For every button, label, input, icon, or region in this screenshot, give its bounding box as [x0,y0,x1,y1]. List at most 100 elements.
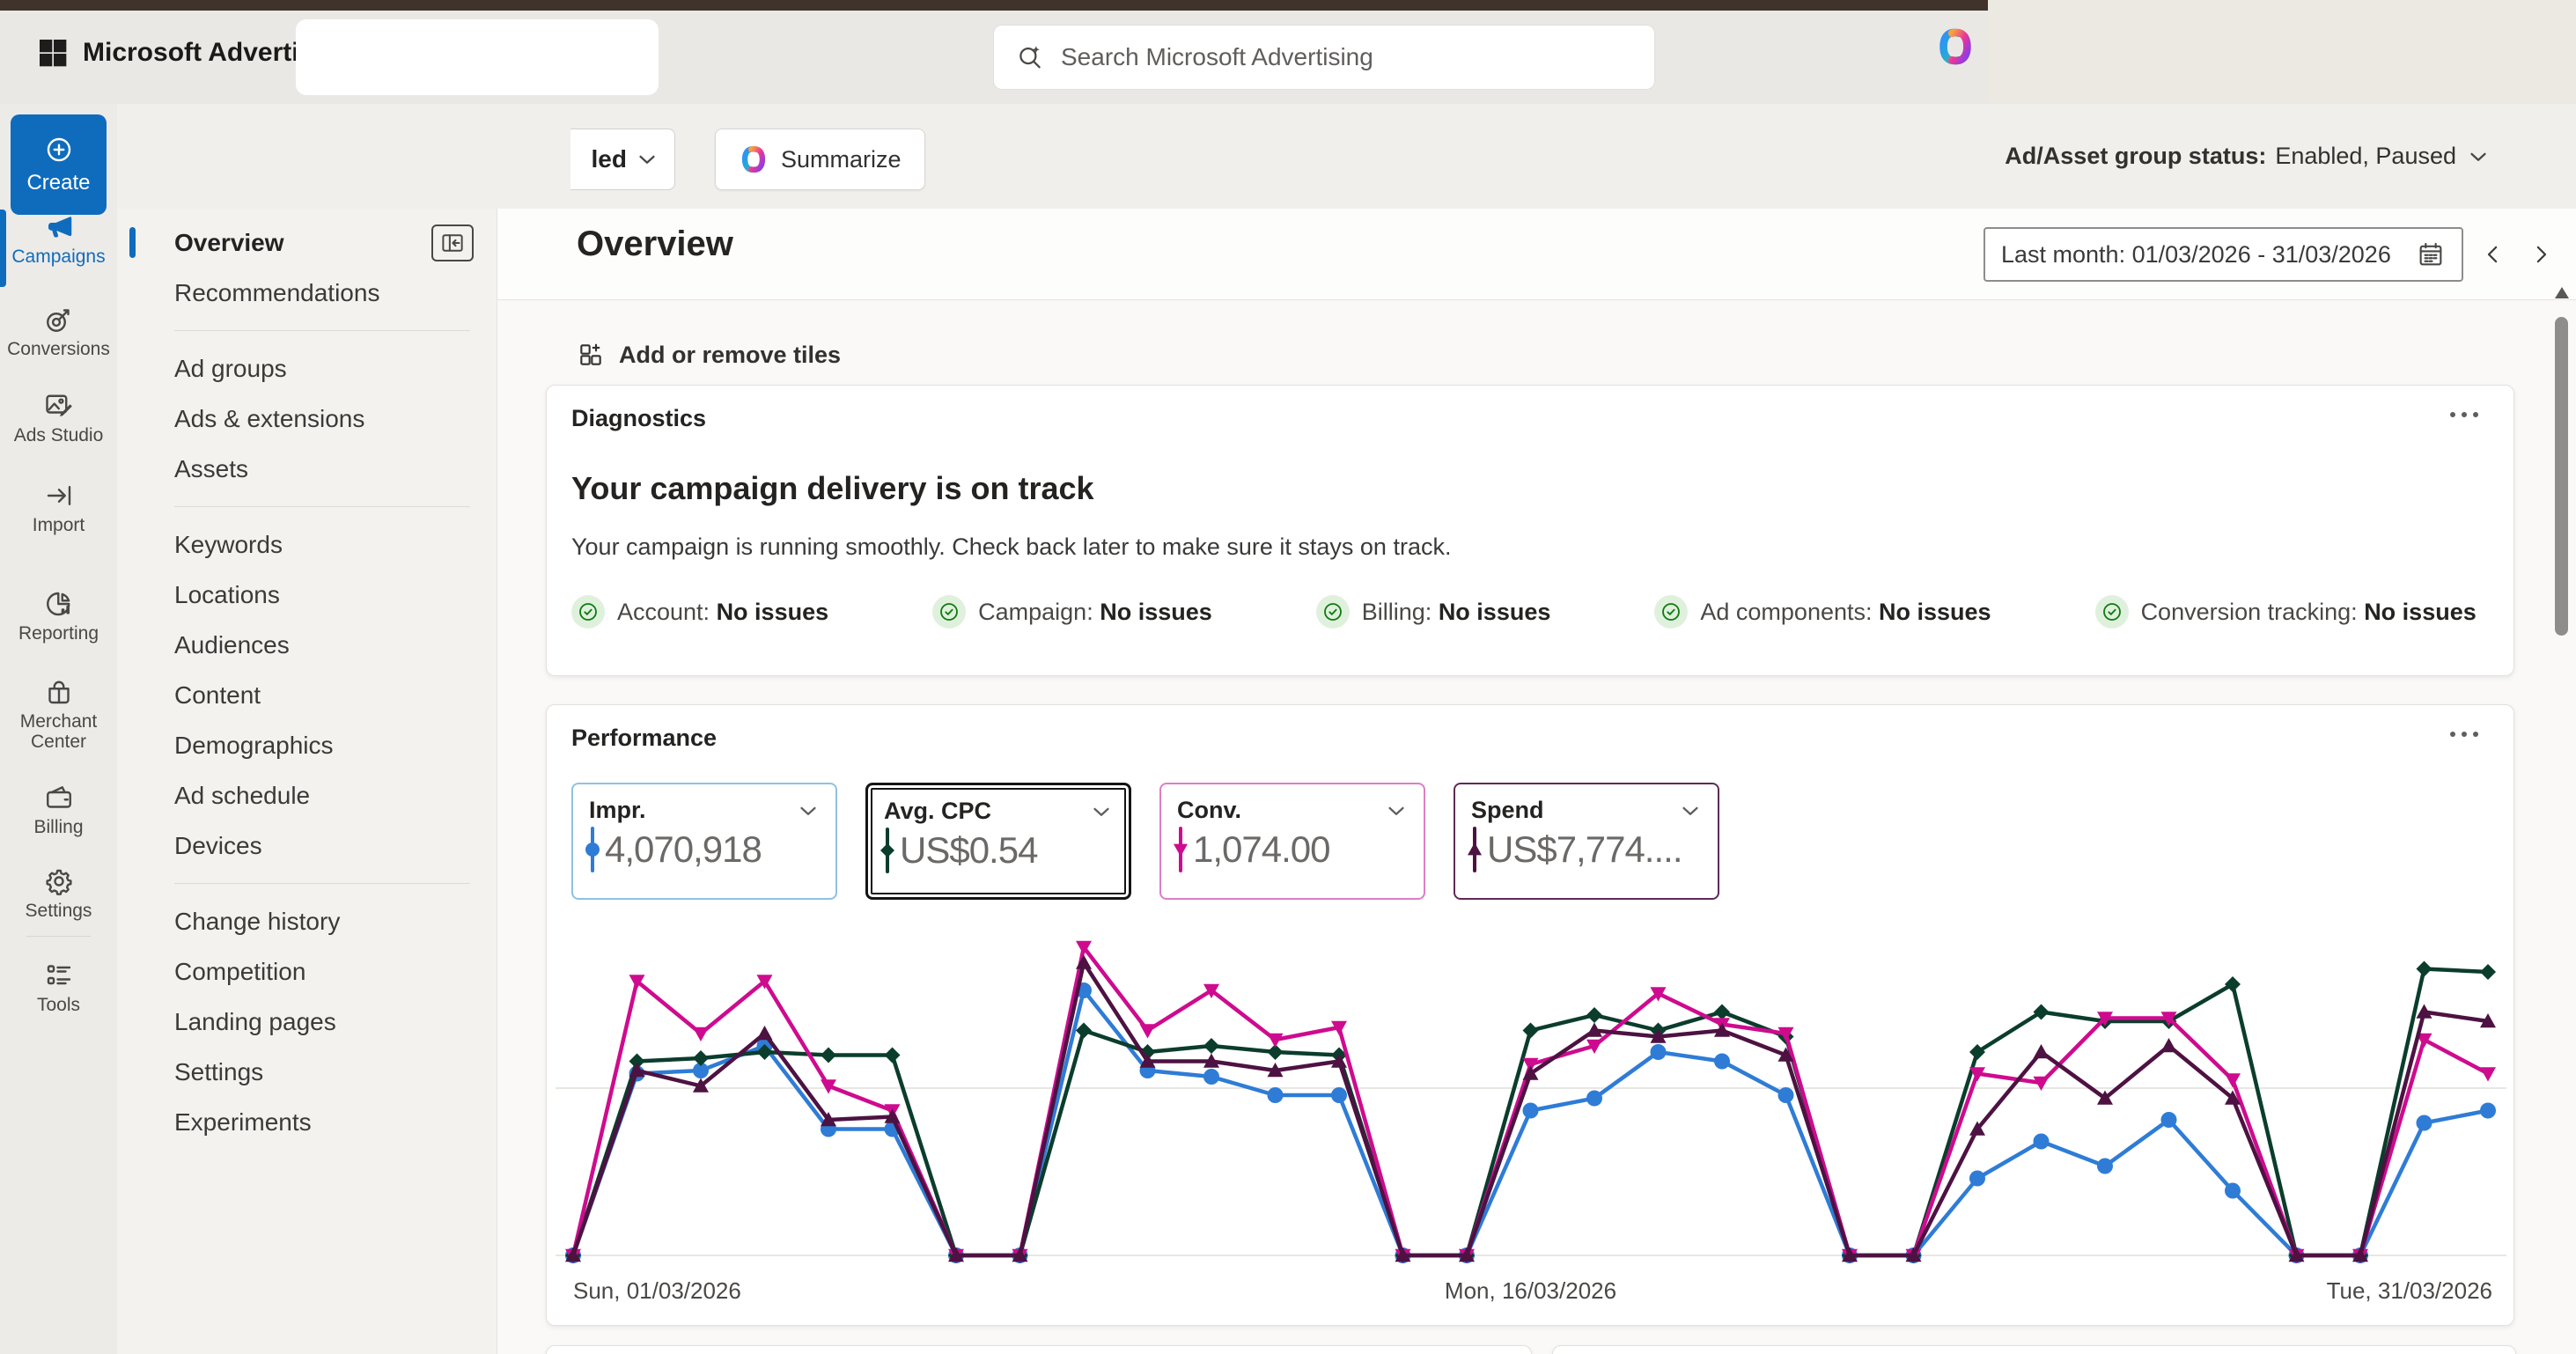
sidebar-item-recommendations[interactable]: Recommendations [117,268,497,318]
diagnostics-more-options-button[interactable] [2450,412,2478,417]
rail-item-settings[interactable]: Settings [0,865,117,921]
microsoft-advertising-app: Microsoft Advertising Search Microsoft A… [0,0,2576,1354]
diagnostic-check-ad-components: Ad components: No issues [1654,595,1991,629]
metric-value: US$7,774.... [1487,828,1682,871]
metric-label: Avg. CPC [884,798,991,825]
chevron-down-icon [2465,143,2491,170]
summarize-label: Summarize [781,146,902,173]
calendar-icon [2416,239,2446,269]
rail-item-label: Tools [37,995,80,1015]
summarize-button[interactable]: Summarize [715,129,925,190]
chevron-down-icon[interactable] [1677,798,1704,824]
chevron-down-icon[interactable] [1383,798,1409,824]
scrollbar-thumb[interactable] [2555,317,2568,636]
rail-item-billing[interactable]: Billing [0,782,117,837]
performance-more-options-button[interactable] [2450,732,2478,737]
diagnostic-check-campaign: Campaign: No issues [932,595,1212,629]
chevron-down-icon[interactable] [1088,798,1115,825]
rail-item-reporting[interactable]: Reporting [0,588,117,644]
next-tile-partial-left [546,1345,1532,1354]
rail-item-tools[interactable]: Tools [0,960,117,1015]
check-text: Account: No issues [617,599,828,626]
date-range-value: Last month: 01/03/2026 - 31/03/2026 [2001,241,2391,269]
search-placeholder: Search Microsoft Advertising [1061,43,1373,71]
sidebar-divider [174,883,470,884]
diagnostics-card: Diagnostics Your campaign delivery is on… [546,385,2514,676]
sidebar-item-landing-pages[interactable]: Landing pages [117,997,497,1047]
performance-title: Performance [571,725,717,752]
rail-item-label: Campaigns [11,247,105,267]
sidebar-item-competition[interactable]: Competition [117,946,497,997]
rail-item-ads-studio[interactable]: Ads Studio [0,390,117,445]
next-period-button[interactable] [2522,235,2559,274]
date-range-picker[interactable]: Last month: 01/03/2026 - 31/03/2026 [1984,227,2463,282]
account-selector-redacted[interactable] [296,19,659,95]
chevron-down-icon[interactable] [795,798,821,824]
diagnostic-check-account: Account: No issues [571,595,828,629]
tools-icon [43,960,75,991]
vertical-scrollbar[interactable] [2551,280,2572,1354]
enabled-filter-dropdown-truncated[interactable]: led [570,129,675,190]
rail-item-label: Merchant Center [6,711,112,752]
rail-item-label: Billing [33,817,83,837]
copilot-icon[interactable] [1935,26,1976,67]
collapse-sidebar-button[interactable] [431,224,474,261]
rail-item-merchant-center[interactable]: Merchant Center [0,676,117,752]
sidebar-item-content[interactable]: Content [117,670,497,720]
status-value: Enabled, Paused [2275,143,2456,170]
sidebar-item-assets[interactable]: Assets [117,444,497,494]
sidebar-divider [174,506,470,507]
conversions-icon [43,304,75,335]
diagnostics-title: Diagnostics [571,405,706,432]
sidebar-item-demographics[interactable]: Demographics [117,720,497,770]
metric-value: 4,070,918 [605,828,762,871]
diagnostic-check-conversion-tracking: Conversion tracking: No issues [2095,595,2477,629]
import-icon [43,480,75,511]
previous-period-button[interactable] [2475,235,2512,274]
top-bar: Microsoft Advertising Search Microsoft A… [0,11,1988,104]
series-marker-icon [1172,824,1189,875]
sidebar-item-keywords[interactable]: Keywords [117,519,497,570]
sidebar-divider [174,330,470,331]
search-input[interactable]: Search Microsoft Advertising [993,25,1655,90]
sidebar-item-experiments[interactable]: Experiments [117,1097,497,1147]
microsoft-logo-icon [35,35,70,70]
settings-icon [43,865,75,897]
check-text: Conversion tracking: No issues [2141,599,2477,626]
scroll-up-arrow[interactable] [2555,287,2569,298]
series-marker-icon [1466,824,1483,875]
metric-tile-impr[interactable]: Impr. 4,070,918 [571,783,837,900]
add-remove-tiles-button[interactable]: Add or remove tiles [577,341,841,369]
rail-item-label: Import [33,515,85,535]
metric-tile-avg-cpc[interactable]: Avg. CPC US$0.54 [865,783,1131,900]
rail-item-conversions[interactable]: Conversions [0,304,117,359]
page-title: Overview [577,224,733,264]
sidebar-item-devices[interactable]: Devices [117,820,497,871]
chevron-right-icon [2528,240,2554,269]
check-text: Ad components: No issues [1700,599,1991,626]
rail-item-campaigns[interactable]: Campaigns [0,211,117,267]
sidebar-item-ad-schedule[interactable]: Ad schedule [117,770,497,820]
copilot-icon [739,144,769,174]
ad-asset-group-status-dropdown[interactable]: Ad/Asset group status: Enabled, Paused [2005,104,2491,209]
sidebar-item-settings[interactable]: Settings [117,1047,497,1097]
sidebar-item-change-history[interactable]: Change history [117,896,497,946]
ads-studio-icon [43,390,75,422]
rail-item-import[interactable]: Import [0,480,117,535]
create-button[interactable]: Create [11,114,107,215]
campaigns-icon [43,211,75,243]
metric-tile-conv[interactable]: Conv. 1,074.00 [1159,783,1425,900]
overview-content: Add or remove tiles Diagnostics Your cam… [497,300,2576,1354]
campaign-sidebar: OverviewRecommendationsAd groupsAds & ex… [117,209,497,1354]
sidebar-item-locations[interactable]: Locations [117,570,497,620]
metric-label: Spend [1471,797,1544,824]
dropdown-label: led [592,145,627,173]
campaign-toolbar: led Summarize Ad/Asset group status: Ena… [117,104,2576,209]
sidebar-item-ads-extensions[interactable]: Ads & extensions [117,394,497,444]
sidebar-item-ad-groups[interactable]: Ad groups [117,343,497,394]
metric-tile-spend[interactable]: Spend US$7,774.... [1454,783,1719,900]
collapse-panel-icon [439,230,466,256]
x-axis-mid-label: Mon, 16/03/2026 [1445,1277,1616,1305]
metric-value: US$0.54 [900,829,1037,872]
sidebar-item-audiences[interactable]: Audiences [117,620,497,670]
